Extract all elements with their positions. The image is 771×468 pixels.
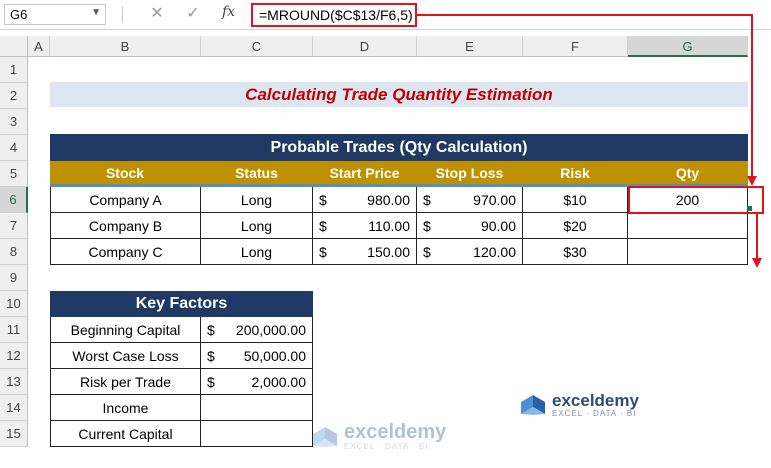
annotation-arrows xyxy=(417,14,762,268)
exceldemy-watermark-faded: exceldemy EXCEL · DATA · BI xyxy=(312,422,446,451)
exceldemy-logo-icon xyxy=(313,426,337,447)
watermark-brand: exceldemy xyxy=(552,391,639,410)
watermark-brand: exceldemy xyxy=(344,421,447,443)
arrowhead-down-icon xyxy=(747,176,757,186)
formula-to-cell-arrow xyxy=(417,14,753,178)
watermark-tagline: EXCEL · DATA · BI xyxy=(344,442,429,451)
exceldemy-watermark: exceldemy EXCEL · DATA · BI xyxy=(520,392,639,418)
exceldemy-logo-icon xyxy=(521,395,545,415)
watermark-tagline: EXCEL · DATA · BI xyxy=(552,409,637,418)
arrowhead-down-icon xyxy=(752,258,762,268)
